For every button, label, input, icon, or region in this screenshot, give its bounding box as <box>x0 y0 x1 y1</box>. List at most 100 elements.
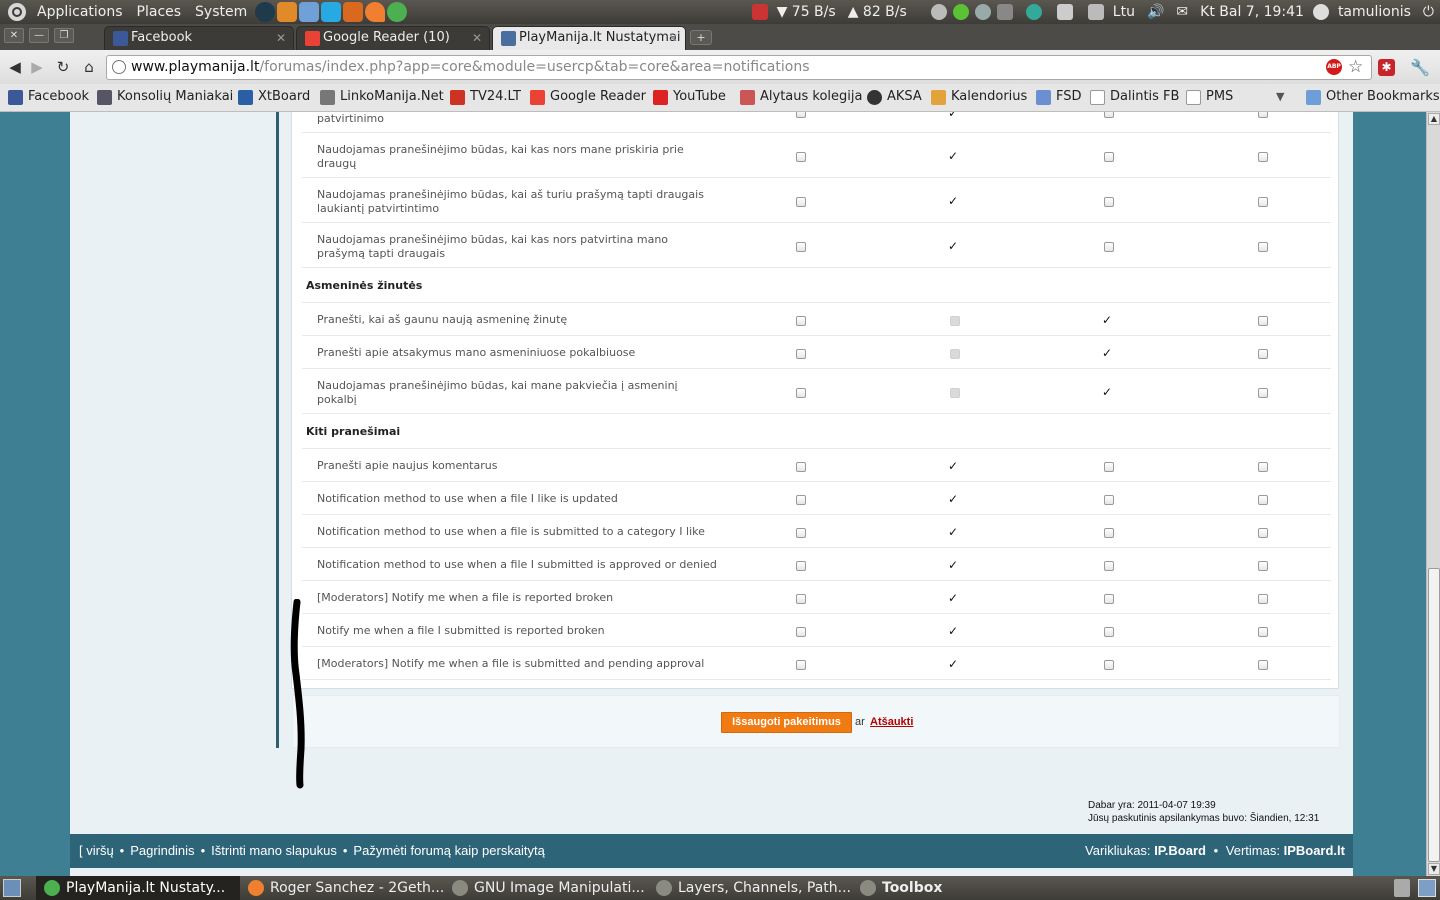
checkbox-inline[interactable] <box>796 660 806 670</box>
checkbox-inline[interactable] <box>796 316 806 326</box>
checkbox-pm-checked[interactable]: ✓ <box>1102 347 1112 359</box>
workspace-switcher-icon[interactable] <box>1418 879 1436 897</box>
checkbox-pm-checked[interactable]: ✓ <box>1102 314 1112 326</box>
page-scrollbar[interactable]: ▲ ▼ <box>1426 112 1440 876</box>
trash-icon[interactable] <box>1394 879 1410 897</box>
checkbox-inline[interactable] <box>796 594 806 604</box>
menu-places[interactable]: Places <box>130 0 189 24</box>
checkbox-pm[interactable] <box>1104 594 1114 604</box>
other-bookmarks-folder[interactable]: Other Bookmarks <box>1306 88 1440 106</box>
bookmark-pms[interactable]: PMS <box>1186 88 1233 106</box>
checkbox-email-checked[interactable]: ✓ <box>948 559 958 571</box>
bookmark-fsd[interactable]: FSD <box>1036 88 1082 106</box>
checkbox-mobile[interactable] <box>1258 112 1268 118</box>
bookmark-tv24[interactable]: TV24.LT <box>450 88 521 106</box>
bookmark-star-icon[interactable]: ☆ <box>1348 57 1363 77</box>
bookmark-linkomanija[interactable]: LinkoManija.Net <box>320 88 444 106</box>
checkbox-email-checked[interactable]: ✓ <box>948 240 958 252</box>
taskbar-window-chrome[interactable]: PlayManija.lt Nustaty... <box>36 876 240 900</box>
bookmark-konsoliu-maniakai[interactable]: Konsolių Maniakai <box>97 88 233 106</box>
scroll-thumb[interactable] <box>1428 568 1440 862</box>
new-tab-button[interactable]: + <box>690 30 712 45</box>
bookmarks-overflow-chevron-icon[interactable]: ▼ <box>1276 90 1284 103</box>
footer-link-home[interactable]: Pagrindinis <box>130 843 194 858</box>
checkbox-inline[interactable] <box>796 462 806 472</box>
launcher-songbird-icon[interactable] <box>365 2 386 22</box>
checkbox-pm[interactable] <box>1104 242 1114 252</box>
bookmark-facebook[interactable]: Facebook <box>8 88 89 106</box>
taskbar-window-songbird[interactable]: Roger Sanchez - 2Geth... <box>240 876 444 900</box>
checkbox-mobile[interactable] <box>1258 561 1268 571</box>
volume-icon[interactable]: 🔊 <box>1141 0 1170 24</box>
launcher-cube-icon[interactable] <box>299 2 320 22</box>
power-icon[interactable]: ⏻ <box>1417 0 1440 24</box>
checkbox-mobile[interactable] <box>1258 594 1268 604</box>
launcher-firefox-icon[interactable] <box>343 2 364 22</box>
checkbox-pm[interactable] <box>1104 495 1114 505</box>
checkbox-inline[interactable] <box>796 561 806 571</box>
checkbox-inline[interactable] <box>796 152 806 162</box>
checkbox-mobile[interactable] <box>1258 316 1268 326</box>
bookmark-xtboard[interactable]: XtBoard <box>238 88 310 106</box>
launcher-chromium-icon[interactable] <box>387 2 408 22</box>
checkbox-inline[interactable] <box>796 349 806 359</box>
menu-applications[interactable]: Applications <box>30 0 130 24</box>
adblock-icon[interactable]: ABP <box>1326 59 1342 75</box>
checkbox-mobile[interactable] <box>1258 349 1268 359</box>
skype-status-icon[interactable] <box>952 4 969 20</box>
taskbar-window-gimp[interactable]: GNU Image Manipulati... <box>444 876 648 900</box>
checkbox-pm[interactable] <box>1104 627 1114 637</box>
signal-icon[interactable] <box>996 4 1013 20</box>
globe-icon[interactable] <box>1025 4 1042 20</box>
checkbox-email-checked[interactable]: ✓ <box>948 112 958 119</box>
checkbox-pm[interactable] <box>1104 197 1114 207</box>
checkbox-email-checked[interactable]: ✓ <box>948 625 958 637</box>
home-button[interactable]: ⌂ <box>80 58 98 76</box>
ubuntu-logo-icon[interactable] <box>8 3 26 21</box>
launcher-skype-icon[interactable] <box>321 2 342 22</box>
checkbox-email-checked[interactable]: ✓ <box>948 493 958 505</box>
bookmark-alytaus-kolegija[interactable]: Alytaus kolegija <box>740 88 862 106</box>
bookmark-google-reader[interactable]: Google Reader <box>530 88 646 106</box>
pidgin-icon[interactable] <box>930 4 947 20</box>
scroll-up-arrow-icon[interactable]: ▲ <box>1428 113 1440 125</box>
checkbox-mobile[interactable] <box>1258 242 1268 252</box>
checkbox-pm[interactable] <box>1104 112 1114 118</box>
checkbox-inline[interactable] <box>796 242 806 252</box>
checkbox-email-checked[interactable]: ✓ <box>948 150 958 162</box>
cancel-link[interactable]: Atšaukti <box>870 716 913 728</box>
extension-icon[interactable]: ✱ <box>1378 59 1395 76</box>
checkbox-pm-checked[interactable]: ✓ <box>1102 386 1112 398</box>
page-info-icon[interactable] <box>112 60 126 74</box>
tab-google-reader[interactable]: Google Reader (10) ✕ <box>296 26 490 50</box>
checkbox-mobile[interactable] <box>1258 388 1268 398</box>
footer-link-mark-read[interactable]: Pažymėti forumą kaip perskaitytą <box>353 843 544 858</box>
checkbox-inline[interactable] <box>796 627 806 637</box>
checkbox-mobile[interactable] <box>1258 462 1268 472</box>
checkbox-pm[interactable] <box>1104 561 1114 571</box>
checkbox-inline[interactable] <box>796 495 806 505</box>
taskbar-window-gimp-layers[interactable]: Layers, Channels, Path... <box>648 876 852 900</box>
back-button[interactable]: ◀ <box>6 58 24 76</box>
checkbox-email-checked[interactable]: ✓ <box>948 526 958 538</box>
checkbox-mobile[interactable] <box>1258 660 1268 670</box>
checkbox-email-checked[interactable]: ✓ <box>948 658 958 670</box>
bookmark-kalendorius[interactable]: Kalendorius <box>931 88 1027 106</box>
tab-playmanija[interactable]: PlayManija.lt Nustatymai ✕ <box>492 26 686 50</box>
forward-button[interactable]: ▶ <box>28 58 46 76</box>
checkbox-pm[interactable] <box>1104 660 1114 670</box>
network-monitor-icon[interactable] <box>751 4 768 20</box>
checkbox-pm[interactable] <box>1104 462 1114 472</box>
clock[interactable]: Kt Bal 7, 19:41 <box>1194 0 1310 24</box>
engine-link[interactable]: IP.Board <box>1154 843 1206 858</box>
taskbar-window-gimp-toolbox[interactable]: Toolbox <box>852 876 1056 900</box>
username[interactable]: tamulionis <box>1332 0 1417 24</box>
wrench-menu-icon[interactable]: 🔧 <box>1410 58 1430 77</box>
checkbox-inline[interactable] <box>796 197 806 207</box>
launcher-app-icon[interactable] <box>255 2 276 22</box>
checkbox-mobile[interactable] <box>1258 528 1268 538</box>
menu-system[interactable]: System <box>188 0 254 24</box>
bookmark-aksa[interactable]: AKSA <box>867 88 922 106</box>
checkbox-mobile[interactable] <box>1258 495 1268 505</box>
save-changes-button[interactable]: Išsaugoti pakeitimus <box>721 712 852 733</box>
